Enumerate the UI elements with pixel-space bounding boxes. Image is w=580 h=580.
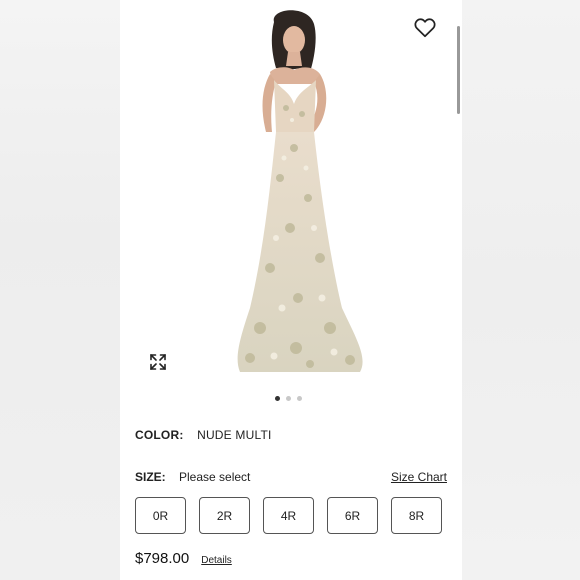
pagination-dot[interactable] xyxy=(275,396,280,401)
size-value: Please select xyxy=(179,470,251,484)
product-page: COLOR: NUDE MULTI SIZE: Please select Si… xyxy=(120,0,462,580)
size-label: SIZE: xyxy=(135,470,166,484)
size-chart-link[interactable]: Size Chart xyxy=(391,470,447,484)
size-button-8r[interactable]: 8R xyxy=(391,497,442,534)
price-row: $798.00 Details xyxy=(135,550,232,567)
background-right xyxy=(462,0,580,580)
product-gallery[interactable] xyxy=(120,0,462,390)
size-options: 0R 2R 4R 6R 8R xyxy=(135,497,442,534)
heart-outline-icon xyxy=(414,18,436,38)
size-button-4r[interactable]: 4R xyxy=(263,497,314,534)
expand-arrows-icon xyxy=(150,354,166,370)
pagination-dot[interactable] xyxy=(297,396,302,401)
color-selection: COLOR: NUDE MULTI xyxy=(135,428,272,442)
color-value: NUDE MULTI xyxy=(197,428,272,442)
details-link[interactable]: Details xyxy=(201,555,232,566)
product-image xyxy=(237,10,363,372)
gallery-pagination xyxy=(275,396,302,401)
background-left xyxy=(0,0,120,580)
expand-image-button[interactable] xyxy=(148,352,168,372)
size-button-6r[interactable]: 6R xyxy=(327,497,378,534)
size-button-0r[interactable]: 0R xyxy=(135,497,186,534)
size-button-2r[interactable]: 2R xyxy=(199,497,250,534)
pagination-dot[interactable] xyxy=(286,396,291,401)
product-price: $798.00 xyxy=(135,550,190,567)
scrollbar[interactable] xyxy=(457,26,460,114)
size-selection: SIZE: Please select Size Chart xyxy=(135,470,447,484)
wishlist-button[interactable] xyxy=(412,14,438,40)
color-label: COLOR: xyxy=(135,428,184,442)
